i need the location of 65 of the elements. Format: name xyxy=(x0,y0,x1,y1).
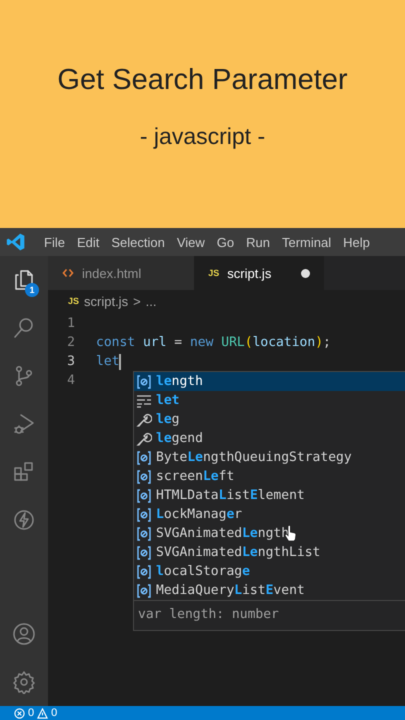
suggestion-item[interactable]: legend xyxy=(134,429,405,448)
breadcrumb-item[interactable]: script.js xyxy=(84,294,128,308)
suggestion-item[interactable]: leg xyxy=(134,410,405,429)
line-number: 2 xyxy=(66,335,76,350)
variable-icon xyxy=(136,374,152,390)
code-line: const url = new URL(location); xyxy=(96,335,331,350)
error-count[interactable]: 0 xyxy=(28,707,34,719)
unsaved-dot-icon xyxy=(301,268,310,278)
banner-title: Get Search Parameter xyxy=(57,64,348,97)
breadcrumb-item[interactable]: ... xyxy=(146,294,157,308)
code-brackets-icon xyxy=(62,267,74,279)
tab-label: script.js xyxy=(227,266,272,280)
wrench-icon xyxy=(136,412,152,428)
error-icon xyxy=(14,708,25,718)
variable-icon xyxy=(136,564,152,580)
banner-subtitle: - javascript - xyxy=(140,123,266,150)
text-cursor xyxy=(119,354,122,370)
settings-icon xyxy=(12,670,36,694)
menu-item[interactable]: Help xyxy=(337,234,376,250)
notification-badge: 1 xyxy=(25,283,39,297)
suggestion-item[interactable]: localStorage xyxy=(134,562,405,581)
app-logo-icon xyxy=(6,232,26,252)
menu-item[interactable]: Run xyxy=(240,234,276,250)
variable-icon xyxy=(136,488,152,504)
menu-item[interactable]: File xyxy=(38,234,71,250)
suggestion-item[interactable]: let xyxy=(134,391,405,410)
suggestion-item[interactable]: MediaQueryListEvent xyxy=(134,581,405,600)
extensions-icon xyxy=(12,460,36,484)
run-debug-icon xyxy=(12,412,36,436)
editor-tab[interactable]: index.html xyxy=(48,256,194,290)
warning-icon xyxy=(37,708,48,718)
suggestion-item[interactable]: ByteLengthQueuingStrategy xyxy=(134,448,405,467)
file-type-label: JS xyxy=(208,268,220,278)
wrench-icon xyxy=(136,430,152,446)
suggestion-item[interactable]: LockManager xyxy=(134,505,405,524)
breadcrumb-separator: > xyxy=(133,294,141,308)
menu-item[interactable]: View xyxy=(170,234,211,250)
keyword-icon xyxy=(136,392,152,408)
variable-icon xyxy=(136,582,152,598)
menu-item[interactable]: Go xyxy=(210,234,240,250)
variable-icon xyxy=(136,544,152,560)
file-type-label: JS xyxy=(68,296,80,306)
line-number: 4 xyxy=(66,373,76,388)
suggestion-item[interactable]: length xyxy=(134,372,405,391)
code-line: let xyxy=(96,354,120,369)
variable-icon xyxy=(136,506,152,522)
warning-count[interactable]: 0 xyxy=(51,707,58,719)
suggestion-item[interactable]: HTMLDataListElement xyxy=(134,486,405,505)
activity-bar-item[interactable]: 1 xyxy=(0,256,48,304)
menu-item[interactable]: Edit xyxy=(70,234,106,250)
lightning-icon xyxy=(12,508,36,532)
tab-label: index.html xyxy=(82,266,142,280)
menu-item[interactable]: Selection xyxy=(105,234,171,250)
suggestion-item[interactable]: screenLeft xyxy=(134,467,405,486)
menu-item[interactable]: Terminal xyxy=(276,234,338,250)
variable-icon xyxy=(136,468,152,484)
editor-tab[interactable]: JS script.js xyxy=(194,256,324,290)
line-number: 1 xyxy=(66,316,76,331)
line-number: 3 xyxy=(66,354,76,369)
account-icon xyxy=(12,622,36,646)
suggestion-item[interactable]: SVGAnimatedLengthList xyxy=(134,543,405,562)
suggestion-item[interactable]: SVGAnimatedLength xyxy=(134,524,405,543)
variable-icon xyxy=(136,526,152,542)
suggestion-detail: var length: number xyxy=(134,600,405,630)
variable-icon xyxy=(136,450,152,466)
